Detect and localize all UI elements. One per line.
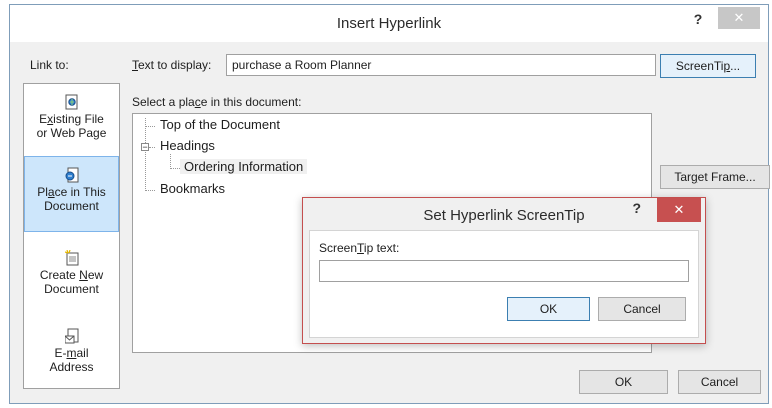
tree-item-bookmarks[interactable]: Bookmarks	[160, 181, 225, 196]
screentip-help-button[interactable]: ?	[632, 200, 641, 216]
link-to-panel: Existing File or Web Page Place in This …	[23, 83, 120, 389]
text-to-display-label: Text to display:	[132, 58, 212, 72]
cancel-button[interactable]: Cancel	[678, 370, 761, 394]
screentip-ok-button[interactable]: OK	[507, 297, 590, 321]
tree-connector	[170, 154, 171, 169]
title-bar: Insert Hyperlink ? ✕	[10, 5, 768, 42]
dialog-title: Insert Hyperlink	[336, 15, 442, 32]
tree-item-top-of-document[interactable]: Top of the Document	[160, 117, 280, 132]
link-to-label: Link to:	[30, 58, 69, 72]
screentip-dialog-title: Set Hyperlink ScreenTip	[423, 207, 585, 224]
tree-connector	[145, 190, 155, 191]
screentip-button[interactable]: ScreenTip...	[660, 54, 756, 78]
existing-file-icon	[65, 94, 77, 110]
tree-connector	[145, 118, 146, 191]
email-icon	[64, 328, 78, 344]
screentip-text-label: ScreenTip text:	[319, 241, 400, 255]
tree-connector	[145, 126, 155, 127]
screentip-close-button[interactable]: ✕	[657, 198, 701, 222]
new-document-icon	[64, 250, 78, 266]
insert-hyperlink-dialog: Insert Hyperlink ? ✕ Link to: Existing F…	[9, 4, 770, 404]
link-to-existing-file[interactable]: Existing File or Web Page	[24, 88, 119, 150]
collapse-icon[interactable]: −	[141, 143, 149, 152]
target-frame-button[interactable]: Target Frame...	[660, 165, 770, 189]
tree-connector	[170, 168, 180, 169]
screentip-cancel-button[interactable]: Cancel	[598, 297, 686, 321]
link-to-email-address[interactable]: E-mail Address	[24, 322, 119, 386]
ok-button[interactable]: OK	[579, 370, 668, 394]
help-button[interactable]: ?	[684, 7, 712, 31]
screentip-panel: ScreenTip text: OK Cancel	[309, 230, 699, 338]
screentip-text-input[interactable]	[319, 260, 689, 282]
tree-item-headings[interactable]: Headings	[160, 138, 215, 153]
close-button[interactable]: ✕	[718, 7, 760, 29]
link-to-create-new-document[interactable]: Create New Document	[24, 244, 119, 310]
tree-item-ordering-information[interactable]: Ordering Information	[180, 159, 308, 174]
text-to-display-input[interactable]: purchase a Room Planner	[226, 54, 656, 76]
select-place-label: Select a place in this document:	[132, 95, 302, 109]
place-in-document-icon	[65, 167, 78, 183]
screentip-title-bar: Set Hyperlink ScreenTip ? ✕	[303, 198, 705, 230]
screentip-dialog: Set Hyperlink ScreenTip ? ✕ ScreenTip te…	[302, 197, 706, 344]
link-to-place-in-document[interactable]: Place in This Document	[24, 156, 119, 232]
tree-connector	[149, 147, 155, 148]
